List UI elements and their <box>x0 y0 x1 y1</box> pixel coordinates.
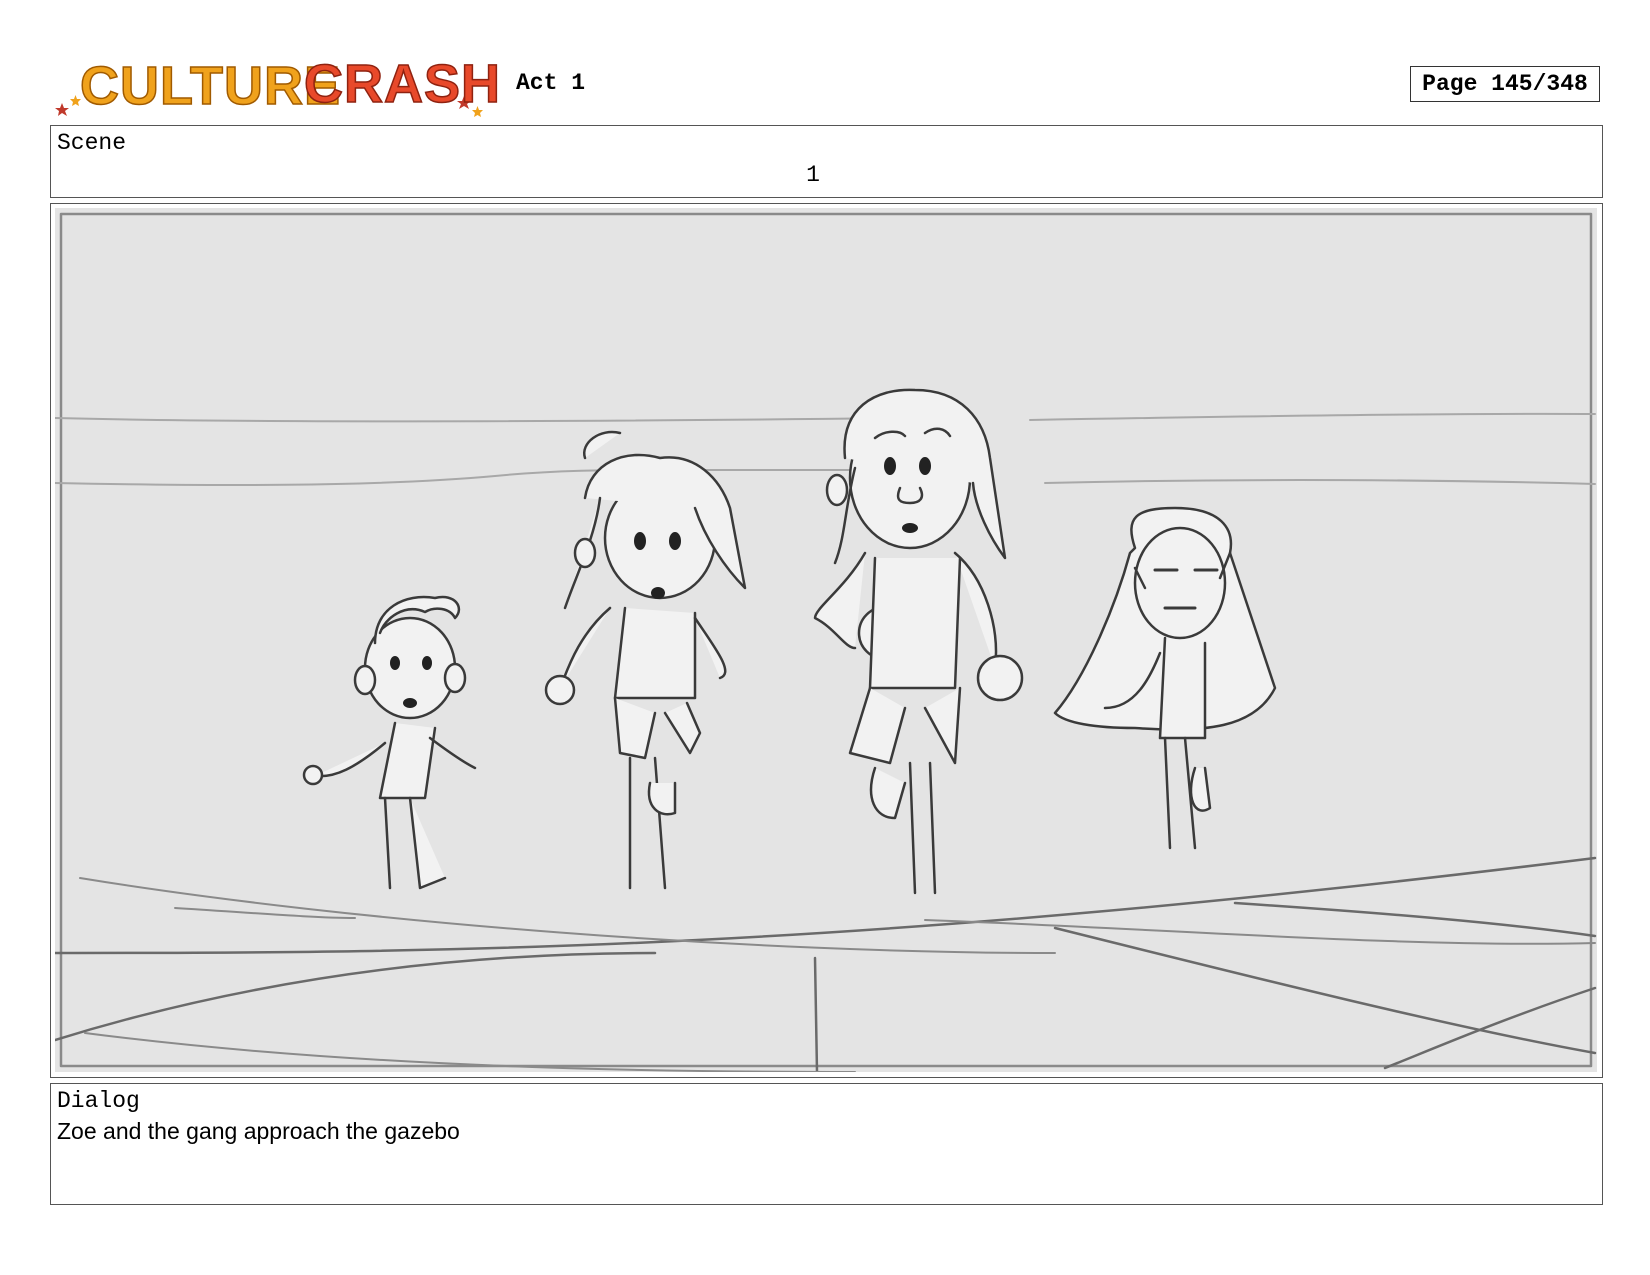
dialog-label: Dialog <box>57 1088 140 1114</box>
storyboard-panel <box>50 203 1603 1078</box>
dialog-box: Dialog Zoe and the gang approach the gaz… <box>50 1083 1603 1205</box>
act-label: Act 1 <box>516 70 586 96</box>
culture-crash-logo: CULTURE CRASH <box>52 46 502 120</box>
dialog-text: Zoe and the gang approach the gazebo <box>57 1118 460 1144</box>
page-header: CULTURE CRASH Act 1 Page 145/348 <box>0 0 1650 120</box>
scene-box: Scene 1 <box>50 125 1603 198</box>
scene-label: Scene <box>57 130 127 156</box>
svg-text:CULTURE: CULTURE <box>80 56 341 116</box>
scene-number: 1 <box>806 162 820 188</box>
svg-text:CRASH: CRASH <box>304 54 501 114</box>
storyboard-sketch <box>55 208 1597 1072</box>
page-number: Page 145/348 <box>1410 66 1600 102</box>
